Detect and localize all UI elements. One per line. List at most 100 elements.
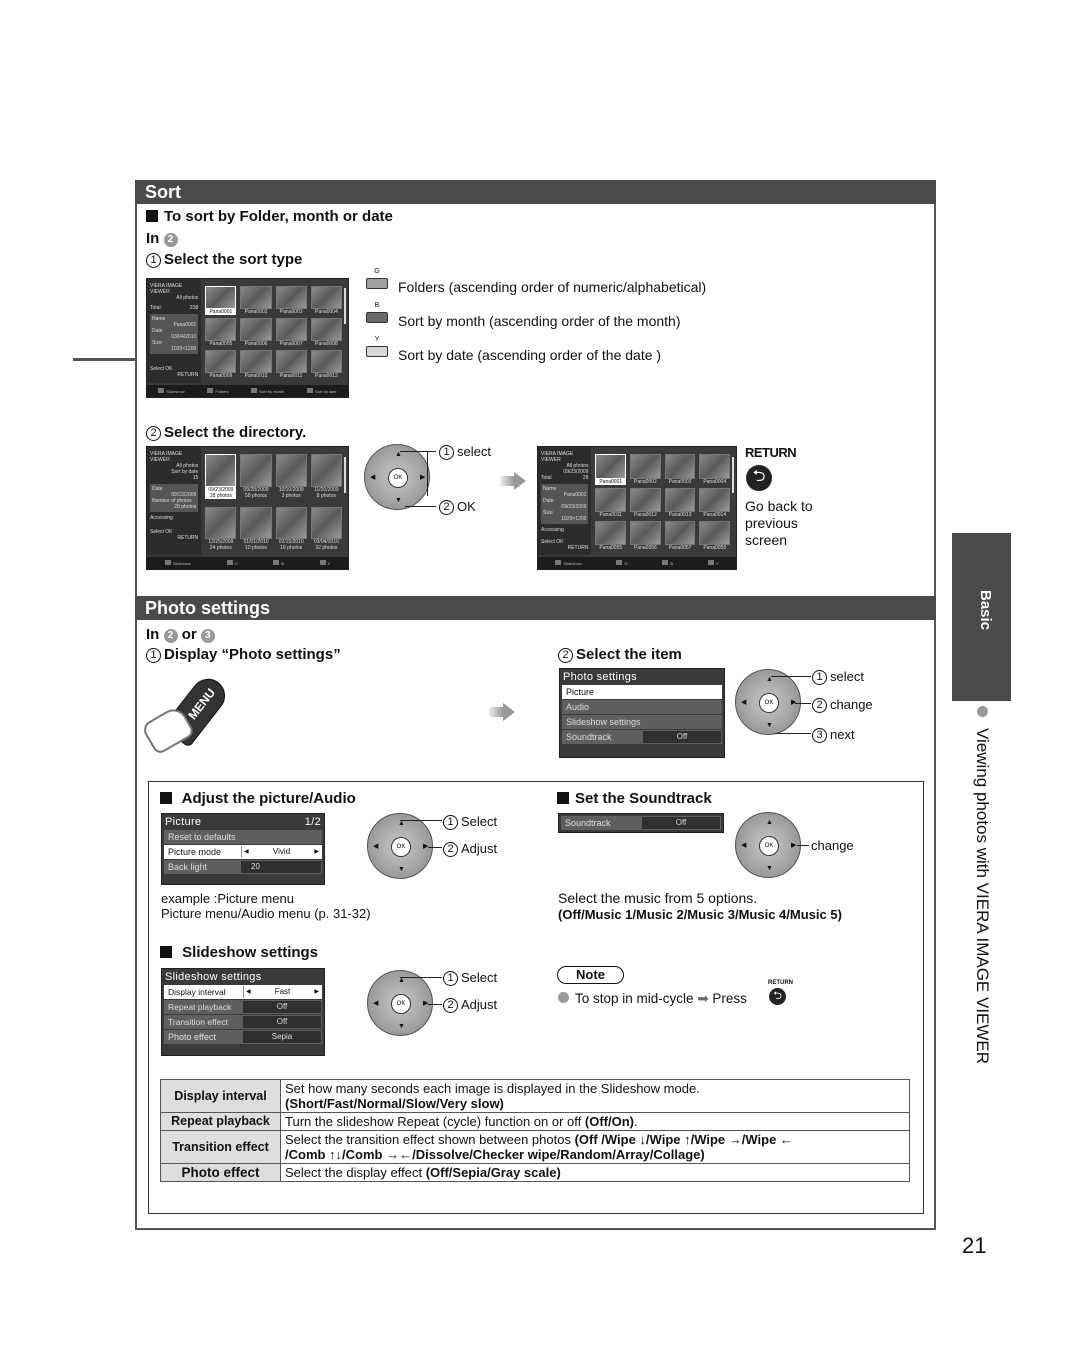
up-arrow-icon[interactable]: ▲ [766, 676, 773, 683]
menu-item-audio[interactable]: Audio [562, 700, 722, 714]
ok-button[interactable]: OK [391, 994, 411, 1014]
photo-thumbnail[interactable]: Pana0002 [240, 286, 272, 315]
photo-thumbnail[interactable]: Pana0004 [310, 286, 342, 315]
menu-item-reset[interactable]: Reset to defaults [164, 830, 322, 844]
down-arrow-icon[interactable]: ▼ [398, 866, 405, 873]
ok-button[interactable]: OK [759, 693, 779, 713]
photo-thumbnail[interactable]: Pana0012 [630, 487, 661, 518]
photo-thumbnail[interactable]: Pana0004 [699, 454, 731, 485]
menu-item-picture[interactable]: Picture [562, 685, 722, 699]
photo-thumbnail[interactable]: Pana0012 [310, 350, 342, 379]
folder-thumbnail[interactable]: 12/25/2009 24 photos [205, 506, 237, 551]
menu-item-repeat-playback[interactable]: Repeat playback Off [164, 1000, 322, 1014]
right-arrow-icon[interactable]: ▶ [423, 999, 428, 1007]
scrollbar[interactable] [344, 456, 346, 494]
folder-thumbnail[interactable]: 03/04/2010 32 photos [310, 506, 342, 551]
note-badge: Note [557, 966, 624, 984]
photo-thumbnail[interactable]: Pana0003 [664, 454, 696, 485]
up-arrow-icon[interactable]: ▲ [398, 977, 405, 984]
photo-thumbnail[interactable]: Pana0058 [699, 520, 731, 551]
photo-thumbnail[interactable]: Pana0008 [310, 318, 342, 347]
step-number-icon: 2 [558, 648, 573, 663]
note-body: To stop in mid-cycle [575, 991, 694, 1006]
down-arrow-icon[interactable]: ▼ [395, 497, 402, 504]
ok-hint: OK [556, 539, 564, 545]
photo-thumbnail[interactable]: Pana0010 [240, 350, 272, 379]
down-arrow-icon[interactable]: ▼ [766, 722, 773, 729]
remote-dpad[interactable]: OK ▲ ▼ ◀ ▶ [735, 669, 801, 735]
right-arrow-icon[interactable]: ▶ [423, 842, 428, 850]
menu-item-slideshow-settings[interactable]: Slideshow settings [562, 715, 722, 729]
photo-thumbnail[interactable]: Pana0011 [275, 350, 307, 379]
photo-thumbnail[interactable]: Pana0013 [664, 487, 696, 518]
color-key-button[interactable] [366, 312, 388, 323]
photo-thumbnail[interactable]: Pana0006 [240, 318, 272, 347]
photo-thumbnail[interactable]: Pana0001 [205, 286, 237, 316]
menu-item-transition-effect[interactable]: Transition effect Off [164, 1015, 322, 1029]
photo-thumbnail[interactable]: Pana0007 [275, 318, 307, 347]
folder-thumbnail[interactable]: 11/20/2009 8 photos [310, 454, 342, 499]
right-arrow-icon[interactable]: ▶ [791, 841, 796, 849]
menu-item-soundtrack[interactable]: Soundtrack Off [562, 730, 722, 744]
photo-thumbnail[interactable]: Pana0005 [205, 318, 237, 347]
callout-text: select [830, 669, 864, 684]
up-arrow-icon[interactable]: ▲ [395, 451, 402, 458]
picture-mode-value[interactable]: ◀ Vivid ▶ [241, 846, 321, 858]
down-arrow-icon[interactable]: ▼ [766, 865, 773, 872]
step-label: Select the item [576, 646, 682, 663]
up-arrow-icon[interactable]: ▲ [398, 820, 405, 827]
color-key-button[interactable] [366, 278, 388, 289]
scrollbar[interactable] [732, 456, 735, 494]
ok-button[interactable]: OK [759, 836, 779, 856]
folder-thumbnail[interactable]: 01/01/2010 10 photos [240, 506, 272, 551]
menu-item-display-interval[interactable]: Display interval ◀ Fast ▶ [164, 985, 322, 999]
photo-thumbnail[interactable]: Pana0011 [595, 487, 627, 518]
menu-item-back-light[interactable]: Back light 20 [164, 860, 322, 874]
folder-thumbnail[interactable]: 09/28/2009 58 photos [240, 454, 272, 499]
menu-button-illustration[interactable]: MENU [140, 671, 232, 756]
up-arrow-icon[interactable]: ▲ [766, 819, 773, 826]
remote-dpad[interactable]: OK ▲ ▼ ◀ ▶ [364, 444, 430, 510]
scrollbar[interactable] [344, 288, 346, 324]
right-arrow-icon[interactable]: ▶ [420, 473, 425, 481]
color-key-button[interactable] [366, 346, 388, 357]
file-info: Name Pana0001 Date 09/23/2009 Size 1029×… [541, 484, 589, 524]
right-arrow-icon[interactable]: ▶ [314, 986, 319, 998]
soundtrack-menu: Soundtrack Off [558, 813, 724, 833]
folder-thumbnail[interactable]: 02/15/2010 16 photos [275, 506, 307, 551]
photo-thumbnail[interactable]: Pana0014 [699, 487, 731, 518]
folder-thumbnail[interactable]: 09/23/2009 28 photos [205, 454, 237, 499]
remote-dpad[interactable]: OK ▲ ▼ ◀ ▶ [367, 970, 433, 1036]
display-interval-value[interactable]: ◀ Fast ▶ [243, 986, 321, 998]
right-arrow-icon[interactable]: ▶ [314, 846, 319, 858]
ok-button[interactable]: OK [388, 468, 408, 488]
menu-item-picture-mode[interactable]: Picture mode ◀ Vivid ▶ [164, 845, 322, 859]
menu-item-photo-effect[interactable]: Photo effect Sepia [164, 1030, 322, 1044]
left-arrow-icon[interactable]: ◀ [370, 473, 375, 481]
remote-dpad[interactable]: OK ▲ ▼ ◀ ▶ [735, 812, 801, 878]
left-arrow-icon[interactable]: ◀ [741, 698, 746, 706]
bullet-icon [558, 992, 569, 1003]
return-button-icon[interactable]: ⮌ [746, 465, 772, 491]
callout-change: change [811, 838, 854, 853]
folder-thumbnail[interactable]: 10/10/2009 3 photos [275, 454, 307, 499]
square-bullet-icon [146, 210, 158, 222]
photo-thumbnail[interactable]: Pana0003 [275, 286, 307, 315]
left-arrow-icon[interactable]: ◀ [246, 986, 251, 998]
ok-button[interactable]: OK [391, 837, 411, 857]
left-arrow-icon[interactable]: ◀ [741, 841, 746, 849]
photo-thumbnail[interactable]: Pana0009 [205, 350, 237, 379]
down-arrow-icon[interactable]: ▼ [398, 1023, 405, 1030]
photo-thumbnail[interactable]: Pana0057 [664, 520, 696, 551]
left-arrow-icon[interactable]: ◀ [244, 846, 249, 858]
photo-thumbnail[interactable]: Pana0055 [595, 520, 627, 551]
remote-dpad[interactable]: OK ▲ ▼ ◀ ▶ [367, 813, 433, 879]
photo-thumbnail[interactable]: Pana0002 [630, 454, 661, 485]
photo-thumbnail[interactable]: Pana0001 [595, 454, 627, 485]
menu-item-soundtrack[interactable]: Soundtrack Off [561, 816, 721, 830]
left-arrow-icon[interactable]: ◀ [373, 999, 378, 1007]
size-value: 1029×1200 [561, 516, 587, 522]
photo-thumbnail[interactable]: Pana0056 [630, 520, 661, 551]
left-arrow-icon[interactable]: ◀ [373, 842, 378, 850]
right-arrow-icon[interactable]: ▶ [791, 698, 796, 706]
